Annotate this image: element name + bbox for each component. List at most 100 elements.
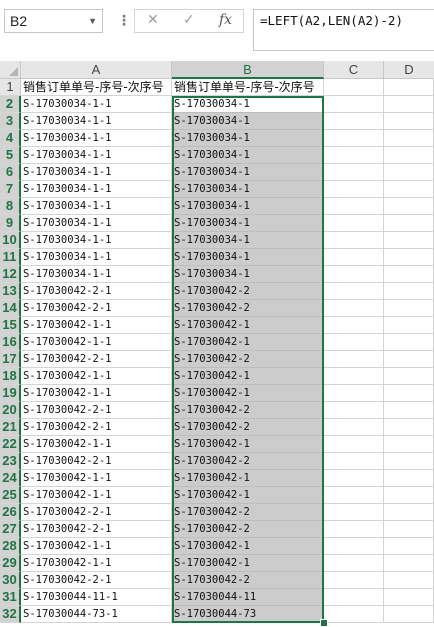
- empty-cell[interactable]: [324, 232, 384, 249]
- cell-b[interactable]: S-17030042-1: [172, 334, 324, 351]
- cell-a[interactable]: S-17030034-1-1: [21, 130, 172, 147]
- empty-cell[interactable]: [384, 198, 434, 215]
- formula-input[interactable]: =LEFT(A2,LEN(A2)-2): [253, 9, 434, 51]
- column-header-c[interactable]: C: [324, 61, 384, 79]
- cell-b[interactable]: S-17030042-1: [172, 385, 324, 402]
- row-header[interactable]: 10: [0, 232, 21, 249]
- empty-cell[interactable]: [324, 266, 384, 283]
- row-header[interactable]: 1: [0, 79, 21, 96]
- cell-a[interactable]: S-17030042-2-1: [21, 351, 172, 368]
- empty-cell[interactable]: [384, 249, 434, 266]
- cell-a[interactable]: S-17030042-1-1: [21, 317, 172, 334]
- cell-b[interactable]: S-17030034-1: [172, 232, 324, 249]
- empty-cell[interactable]: [324, 147, 384, 164]
- cell-b[interactable]: S-17030034-1: [172, 266, 324, 283]
- cell-a[interactable]: S-17030034-1-1: [21, 96, 172, 113]
- cell-a[interactable]: S-17030042-1-1: [21, 470, 172, 487]
- cell-a[interactable]: S-17030042-1-1: [21, 555, 172, 572]
- empty-cell[interactable]: [324, 181, 384, 198]
- row-header[interactable]: 8: [0, 198, 21, 215]
- empty-cell[interactable]: [384, 266, 434, 283]
- empty-cell[interactable]: [324, 368, 384, 385]
- cell-b[interactable]: S-17030034-1: [172, 130, 324, 147]
- cell-a[interactable]: S-17030044-73-1: [21, 606, 172, 623]
- cell-b[interactable]: S-17030042-1: [172, 368, 324, 385]
- empty-cell[interactable]: [384, 504, 434, 521]
- row-header[interactable]: 30: [0, 572, 21, 589]
- column-header-d[interactable]: D: [384, 61, 434, 79]
- empty-cell[interactable]: [384, 402, 434, 419]
- empty-cell[interactable]: [324, 402, 384, 419]
- empty-cell[interactable]: [384, 521, 434, 538]
- empty-cell[interactable]: [384, 453, 434, 470]
- empty-cell[interactable]: [384, 215, 434, 232]
- empty-cell[interactable]: [384, 147, 434, 164]
- empty-cell[interactable]: [384, 572, 434, 589]
- row-header[interactable]: 4: [0, 130, 21, 147]
- cell-a[interactable]: S-17030042-2-1: [21, 402, 172, 419]
- row-header[interactable]: 13: [0, 283, 21, 300]
- cell-b[interactable]: S-17030042-2: [172, 300, 324, 317]
- cell-b[interactable]: S-17030034-1: [172, 198, 324, 215]
- empty-cell[interactable]: [384, 300, 434, 317]
- cell-b[interactable]: S-17030042-1: [172, 436, 324, 453]
- empty-cell[interactable]: [324, 198, 384, 215]
- cell-a[interactable]: S-17030042-1-1: [21, 385, 172, 402]
- empty-cell[interactable]: [384, 232, 434, 249]
- row-header[interactable]: 23: [0, 453, 21, 470]
- empty-cell[interactable]: [324, 351, 384, 368]
- cell-a[interactable]: S-17030034-1-1: [21, 215, 172, 232]
- row-header[interactable]: 9: [0, 215, 21, 232]
- cell-a[interactable]: S-17030042-2-1: [21, 419, 172, 436]
- empty-cell[interactable]: [384, 181, 434, 198]
- insert-function-icon[interactable]: fx: [219, 12, 232, 28]
- row-header[interactable]: 6: [0, 164, 21, 181]
- cell-a[interactable]: S-17030044-11-1: [21, 589, 172, 606]
- cell-b[interactable]: S-17030034-1: [172, 113, 324, 130]
- empty-cell[interactable]: [384, 130, 434, 147]
- active-cell-b[interactable]: S-17030034-1: [172, 96, 324, 113]
- row-header[interactable]: 32: [0, 606, 21, 623]
- row-header[interactable]: 28: [0, 538, 21, 555]
- row-header[interactable]: 16: [0, 334, 21, 351]
- cell-a[interactable]: S-17030042-2-1: [21, 283, 172, 300]
- select-all-corner[interactable]: [0, 61, 21, 79]
- empty-cell[interactable]: [324, 96, 384, 113]
- cell-b[interactable]: S-17030042-1: [172, 470, 324, 487]
- row-header[interactable]: 24: [0, 470, 21, 487]
- cell-a[interactable]: S-17030042-2-1: [21, 453, 172, 470]
- empty-cell[interactable]: [384, 606, 434, 623]
- cell-b[interactable]: S-17030042-1: [172, 555, 324, 572]
- cell-b[interactable]: S-17030034-1: [172, 215, 324, 232]
- cell-b[interactable]: S-17030042-1: [172, 538, 324, 555]
- empty-cell[interactable]: [384, 113, 434, 130]
- fill-handle[interactable]: [320, 619, 328, 627]
- row-header[interactable]: 20: [0, 402, 21, 419]
- cell-b[interactable]: S-17030042-1: [172, 317, 324, 334]
- empty-cell[interactable]: [324, 113, 384, 130]
- column-header-a[interactable]: A: [21, 61, 172, 79]
- row-header[interactable]: 2: [0, 96, 21, 113]
- empty-cell[interactable]: [324, 300, 384, 317]
- empty-cell[interactable]: [384, 470, 434, 487]
- name-box[interactable]: B2 ▼: [4, 9, 103, 33]
- cell-a[interactable]: S-17030042-2-1: [21, 504, 172, 521]
- cell-a[interactable]: S-17030042-1-1: [21, 487, 172, 504]
- cell-b[interactable]: S-17030042-2: [172, 419, 324, 436]
- empty-cell[interactable]: [324, 164, 384, 181]
- empty-cell[interactable]: [384, 164, 434, 181]
- row-header[interactable]: 11: [0, 249, 21, 266]
- cell-a[interactable]: S-17030034-1-1: [21, 147, 172, 164]
- empty-cell[interactable]: [324, 215, 384, 232]
- cell-a[interactable]: S-17030042-1-1: [21, 436, 172, 453]
- empty-cell[interactable]: [324, 555, 384, 572]
- empty-cell[interactable]: [324, 572, 384, 589]
- empty-cell[interactable]: [324, 538, 384, 555]
- cell-b[interactable]: S-17030034-1: [172, 249, 324, 266]
- row-header[interactable]: 3: [0, 113, 21, 130]
- row-header[interactable]: 17: [0, 351, 21, 368]
- empty-cell[interactable]: [324, 419, 384, 436]
- empty-cell[interactable]: [324, 385, 384, 402]
- empty-cell[interactable]: [384, 487, 434, 504]
- cell-b[interactable]: S-17030034-1: [172, 147, 324, 164]
